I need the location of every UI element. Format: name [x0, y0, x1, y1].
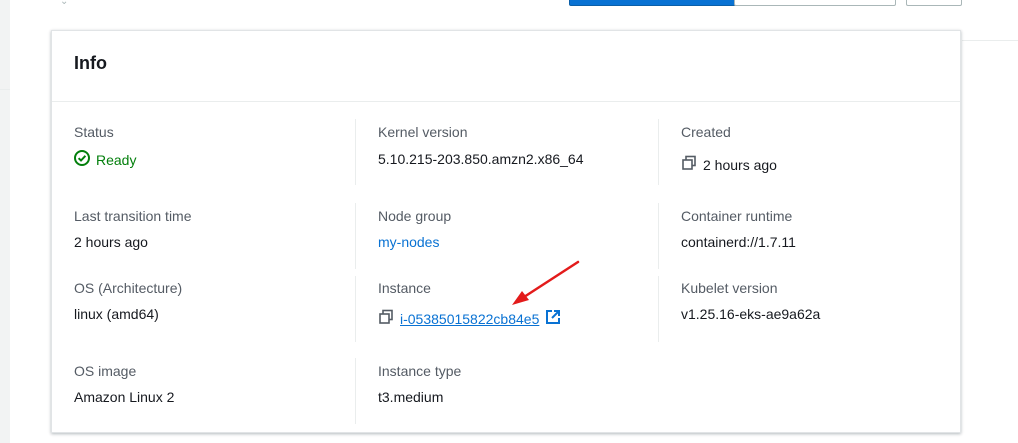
info-container: Info Status Ready Last transition time 2…	[51, 30, 961, 433]
copy-icon[interactable]	[681, 155, 697, 175]
instance-type-label: Instance type	[378, 363, 462, 379]
instance-value: i-05385015822cb84e5	[378, 309, 561, 329]
column-divider	[355, 276, 356, 342]
external-link-icon[interactable]	[545, 309, 561, 329]
last-transition-label: Last transition time	[74, 208, 192, 224]
kernel-version-label: Kernel version	[378, 124, 468, 140]
node-group-link[interactable]: my-nodes	[378, 234, 439, 250]
kubelet-version-label: Kubelet version	[681, 280, 778, 296]
column-divider	[355, 119, 356, 185]
column-divider	[658, 203, 659, 269]
status-positive-icon	[74, 150, 90, 170]
os-architecture-label: OS (Architecture)	[74, 280, 183, 296]
kubelet-version-field: Kubelet version v1.25.16-eks-ae9a62a	[681, 279, 820, 323]
divider	[0, 89, 10, 90]
container-runtime-field: Container runtime containerd://1.7.11	[681, 207, 796, 251]
column-divider	[658, 276, 659, 342]
os-image-label: OS image	[74, 363, 137, 379]
os-architecture-field: OS (Architecture) linux (amd64)	[74, 279, 182, 323]
info-header: Info	[52, 31, 960, 102]
action-button[interactable]	[906, 0, 962, 6]
status-text: Ready	[96, 152, 137, 168]
instance-type-value: t3.medium	[378, 389, 444, 405]
created-value: 2 hours ago	[681, 155, 777, 175]
red-arrow-annotation	[512, 260, 580, 305]
secondary-action-button[interactable]	[734, 0, 896, 6]
divider	[962, 40, 1018, 41]
created-label: Created	[681, 124, 731, 140]
os-architecture-value: linux (amd64)	[74, 306, 159, 322]
status-label: Status	[74, 124, 114, 140]
last-transition-field: Last transition time 2 hours ago	[74, 207, 192, 251]
partial-icon: ⌄	[60, 0, 68, 7]
kubelet-version-value: v1.25.16-eks-ae9a62a	[681, 306, 821, 322]
instance-type-field: Instance type t3.medium	[378, 362, 461, 406]
node-group-field: Node group my-nodes	[378, 207, 451, 251]
column-divider	[658, 119, 659, 185]
created-field: Created 2 hours ago	[681, 123, 777, 175]
copy-icon[interactable]	[378, 309, 394, 329]
os-image-value: Amazon Linux 2	[74, 389, 175, 405]
kernel-version-field: Kernel version 5.10.215-203.850.amzn2.x8…	[378, 123, 584, 168]
page-gutter	[0, 0, 10, 443]
column-divider	[355, 203, 356, 269]
info-title: Info	[74, 53, 107, 73]
status-value: Ready	[74, 150, 136, 170]
node-group-label: Node group	[378, 208, 452, 224]
os-image-field: OS image Amazon Linux 2	[74, 362, 174, 406]
container-runtime-value: containerd://1.7.11	[681, 234, 796, 250]
last-transition-value: 2 hours ago	[74, 234, 148, 250]
created-text: 2 hours ago	[703, 157, 777, 173]
status-field: Status Ready	[74, 123, 136, 170]
container-runtime-label: Container runtime	[681, 208, 793, 224]
kernel-version-value: 5.10.215-203.850.amzn2.x86_64	[378, 151, 584, 167]
primary-action-button[interactable]	[569, 0, 736, 6]
column-divider	[355, 358, 356, 424]
instance-link[interactable]: i-05385015822cb84e5	[400, 310, 539, 328]
